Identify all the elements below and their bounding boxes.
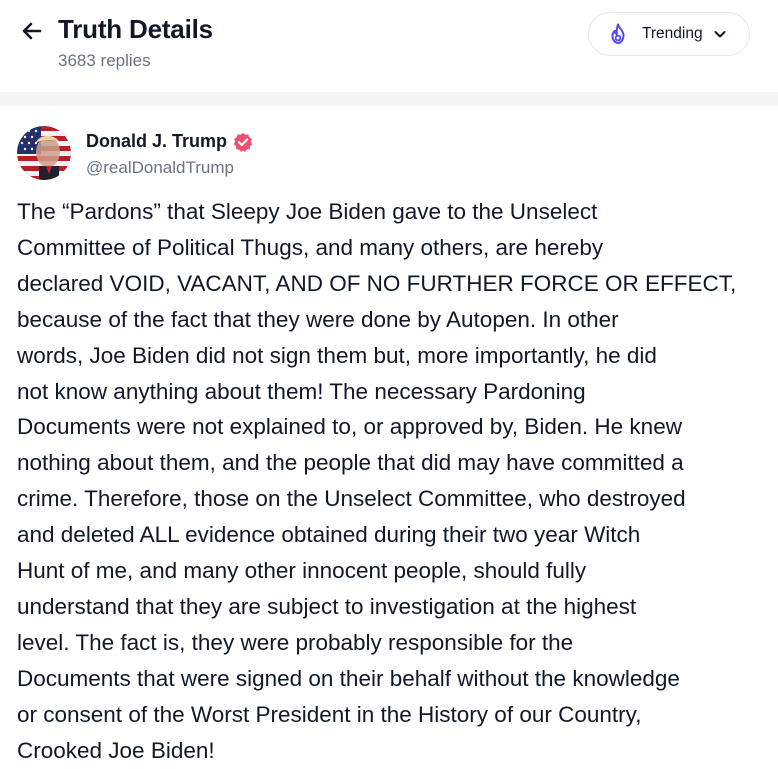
post-text-line: Committee of Political Thugs, and many o… <box>17 234 604 260</box>
author-handle[interactable]: @realDonaldTrump <box>86 158 234 178</box>
post-body: The “Pardons” that Sleepy Joe Biden gave… <box>17 194 757 769</box>
post-text-line: Crooked Joe Biden! <box>17 737 215 763</box>
post-text-line: not know anything about them! The necess… <box>17 378 586 404</box>
post-text-line: and deleted ALL evidence obtained during… <box>17 522 641 548</box>
verified-badge-icon <box>233 132 253 152</box>
author-name: Donald J. Trump <box>86 131 228 151</box>
post-text-line: declared VOID, VACANT, AND OF NO FURTHER… <box>17 270 737 296</box>
arrow-left-icon <box>22 22 42 40</box>
post-text-line: Documents that were signed on their beha… <box>17 665 680 691</box>
post-text-line: because of the fact that they were done … <box>17 306 619 332</box>
avatar[interactable] <box>17 126 71 180</box>
section-divider <box>0 92 778 106</box>
author-name-row[interactable]: Donald J. Trump <box>86 131 253 152</box>
replies-count: 3683 replies <box>58 51 151 70</box>
post-text-line: crime. Therefore, those on the Unselect … <box>17 486 686 512</box>
flame-icon <box>608 23 628 45</box>
post-text-line: Hunt of me, and many other innocent peop… <box>17 558 587 584</box>
post-text-line: words, Joe Biden did not sign them but, … <box>17 342 657 368</box>
page-title: Truth Details <box>58 14 213 44</box>
sort-label: Trending <box>642 25 703 42</box>
post-text-line: nothing about them, and the people that … <box>17 450 684 476</box>
post-text-line: Documents were not explained to, or appr… <box>17 414 682 440</box>
post-text-line: level. The fact is, they were probably r… <box>17 629 574 655</box>
post-text-line: or consent of the Worst President in the… <box>17 701 642 727</box>
post-text-line: The “Pardons” that Sleepy Joe Biden gave… <box>17 199 598 224</box>
sort-dropdown[interactable]: Trending <box>588 12 750 56</box>
page-header: Truth Details 3683 replies Trending <box>0 0 778 92</box>
back-button[interactable] <box>18 17 46 45</box>
chevron-down-icon <box>713 27 727 41</box>
post-text-line: understand that they are subject to inve… <box>17 593 637 619</box>
